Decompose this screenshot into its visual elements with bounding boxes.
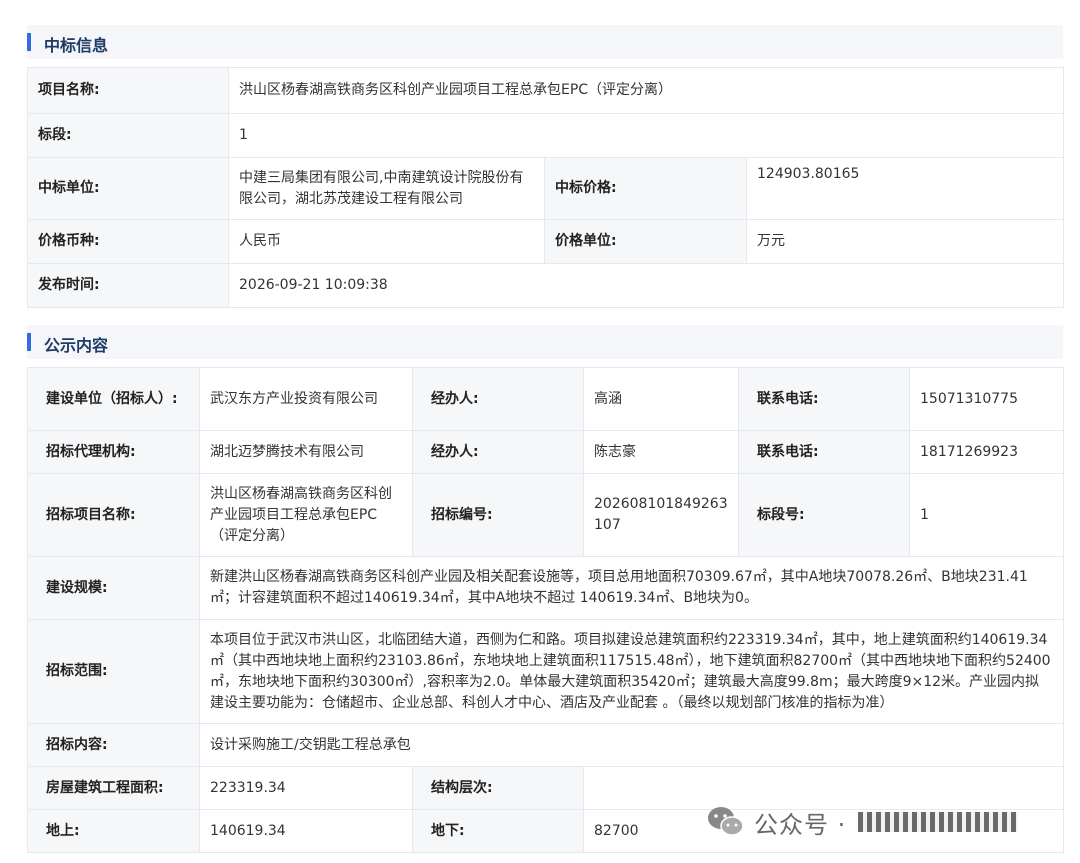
phone1-value: 15071310775 [909, 367, 1064, 431]
table-row: 价格币种: 人民币 价格单位: 万元 [27, 219, 1065, 264]
handler1-value: 高涵 [583, 367, 739, 431]
publish-time-label: 发布时间: [27, 263, 229, 308]
segment-value: 1 [909, 473, 1064, 557]
price-label: 中标价格: [544, 157, 747, 220]
table-row: 建设单位（招标人）: 武汉东方产业投资有限公司 经办人: 高涵 联系电话: 15… [27, 367, 1064, 431]
above-label: 地上: [27, 809, 200, 853]
unit-label: 价格单位: [544, 219, 747, 264]
section-title: 公示内容 [44, 336, 109, 355]
winner-label: 中标单位: [27, 157, 229, 220]
wechat-icon [706, 804, 746, 840]
floors-label: 结构层次: [412, 766, 584, 810]
watermark-text: 公众号 · [754, 810, 847, 839]
table-row: 建设规模: 新建洪山区杨春湖高铁商务区科创产业园及相关配套设施等，项目总用地面积… [27, 556, 1064, 620]
content-label: 招标内容: [27, 723, 200, 767]
handler2-value: 陈志豪 [583, 430, 739, 474]
phone-label: 联系电话: [738, 430, 910, 474]
unit-value: 万元 [745, 219, 1065, 264]
table-row: 发布时间: 2026-09-21 10:09:38 [27, 263, 1065, 308]
section-label: 标段: [27, 113, 229, 158]
project-name-label: 项目名称: [27, 67, 229, 114]
section-value: 1 [227, 113, 1065, 158]
section-title: 中标信息 [44, 36, 109, 55]
section-accent-bar [27, 33, 31, 51]
publish-time-value: 2026-09-21 10:09:38 [227, 263, 1065, 308]
builder-value: 武汉东方产业投资有限公司 [199, 367, 413, 431]
bid-info-table: 项目名称: 洪山区杨春湖高铁商务区科创产业园项目工程总承包EPC（评定分离） 标… [27, 67, 1065, 308]
agency-label: 招标代理机构: [27, 430, 200, 474]
table-row: 标段: 1 [27, 113, 1065, 158]
table-row: 招标项目名称: 洪山区杨春湖高铁商务区科创产业园项目工程总承包EPC（评定分离）… [27, 473, 1064, 557]
below-label: 地下: [412, 809, 584, 853]
scope-value: 本项目位于武汉市洪山区，北临团结大道，西侧为仁和路。项目拟建设总建筑面积约223… [199, 619, 1064, 724]
area-value: 223319.34 [199, 766, 413, 810]
winner-value: 中建三局集团有限公司,中南建筑设计院股份有限公司，湖北苏茂建设工程有限公司 [228, 157, 545, 220]
watermark-account-name-obscured [858, 812, 1019, 832]
table-row: 项目名称: 洪山区杨春湖高铁商务区科创产业园项目工程总承包EPC（评定分离） [27, 67, 1065, 114]
wechat-watermark: 公众号 · [706, 800, 1062, 844]
builder-label: 建设单位（招标人）: [27, 367, 200, 431]
phone-label: 联系电话: [738, 367, 910, 431]
scale-value: 新建洪山区杨春湖高铁商务区科创产业园及相关配套设施等，项目总用地面积70309.… [199, 556, 1064, 620]
scale-label: 建设规模: [27, 556, 200, 620]
price-value: 124903.80165 [745, 157, 1065, 220]
project-label: 招标项目名称: [27, 473, 200, 557]
area-label: 房屋建筑工程面积: [27, 766, 200, 810]
table-row: 中标单位: 中建三局集团有限公司,中南建筑设计院股份有限公司，湖北苏茂建设工程有… [27, 157, 1065, 220]
project-value: 洪山区杨春湖高铁商务区科创产业园项目工程总承包EPC（评定分离） [199, 473, 413, 557]
above-value: 140619.34 [199, 809, 413, 853]
notice-table: 建设单位（招标人）: 武汉东方产业投资有限公司 经办人: 高涵 联系电话: 15… [27, 367, 1064, 853]
handler-label: 经办人: [412, 430, 584, 474]
segment-label: 标段号: [738, 473, 910, 557]
table-row: 招标范围: 本项目位于武汉市洪山区，北临团结大道，西侧为仁和路。项目拟建设总建筑… [27, 619, 1064, 724]
agency-value: 湖北迈梦腾技术有限公司 [199, 430, 413, 474]
scope-label: 招标范围: [27, 619, 200, 724]
section-header-bid-info: 中标信息 [27, 25, 1063, 59]
currency-value: 人民币 [228, 219, 545, 264]
code-value: 202608101849263107 [583, 473, 739, 557]
code-label: 招标编号: [412, 473, 584, 557]
content-value: 设计采购施工/交钥匙工程总承包 [199, 723, 1064, 767]
handler-label: 经办人: [412, 367, 584, 431]
section-accent-bar [27, 333, 31, 351]
phone2-value: 18171269923 [909, 430, 1064, 474]
table-row: 招标代理机构: 湖北迈梦腾技术有限公司 经办人: 陈志豪 联系电话: 18171… [27, 430, 1064, 474]
currency-label: 价格币种: [27, 219, 229, 264]
section-header-notice: 公示内容 [27, 325, 1063, 359]
project-name-value: 洪山区杨春湖高铁商务区科创产业园项目工程总承包EPC（评定分离） [227, 67, 1065, 114]
table-row: 招标内容: 设计采购施工/交钥匙工程总承包 [27, 723, 1064, 767]
